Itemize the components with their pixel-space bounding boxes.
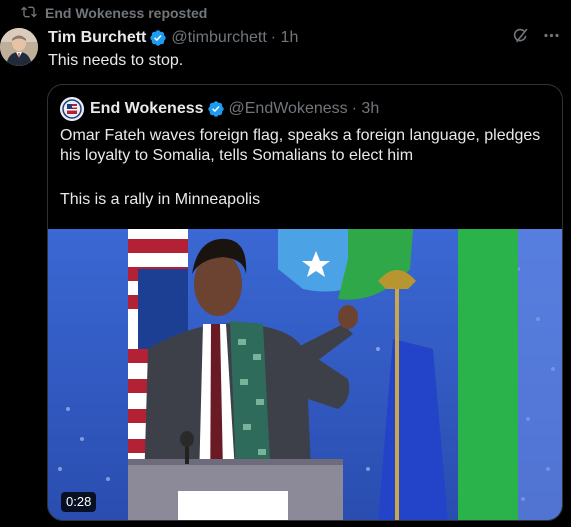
quoted-author-avatar[interactable] — [60, 97, 84, 121]
quoted-author-name[interactable]: End Wokeness — [90, 100, 204, 118]
tweet-text: This needs to stop. — [48, 52, 184, 69]
author-name[interactable]: Tim Burchett — [48, 29, 146, 47]
quoted-tweet-timestamp[interactable]: · 3h — [352, 100, 380, 118]
quoted-text-paragraph-1: Omar Fateh waves foreign flag, speaks a … — [60, 127, 541, 164]
video-frame-image — [48, 229, 562, 520]
tweet-header: Tim Burchett @timburchett · 1h — [48, 27, 561, 49]
verified-badge-icon — [150, 30, 167, 46]
retweet-icon — [21, 4, 37, 23]
repost-indicator[interactable]: End Wokeness reposted — [21, 4, 207, 22]
quoted-text-paragraph-2: This is a rally in Minneapolis — [60, 191, 261, 208]
tweet-timestamp[interactable]: · 1h — [271, 29, 299, 47]
more-icon[interactable] — [542, 26, 561, 50]
verified-badge-icon — [207, 101, 224, 117]
quoted-author-handle[interactable]: @EndWokeness — [229, 100, 348, 118]
quoted-tweet-text: Omar Fateh waves foreign flag, speaks a … — [60, 126, 550, 210]
repost-label: End Wokeness reposted — [45, 5, 208, 21]
video-duration: 0:28 — [61, 492, 97, 512]
author-avatar[interactable] — [0, 28, 38, 66]
grok-icon[interactable] — [511, 26, 530, 50]
video-player[interactable]: 0:28 — [48, 229, 562, 520]
quoted-tweet[interactable]: End Wokeness @EndWokeness · 3h Omar Fate… — [47, 84, 563, 521]
author-handle[interactable]: @timburchett — [171, 29, 266, 47]
